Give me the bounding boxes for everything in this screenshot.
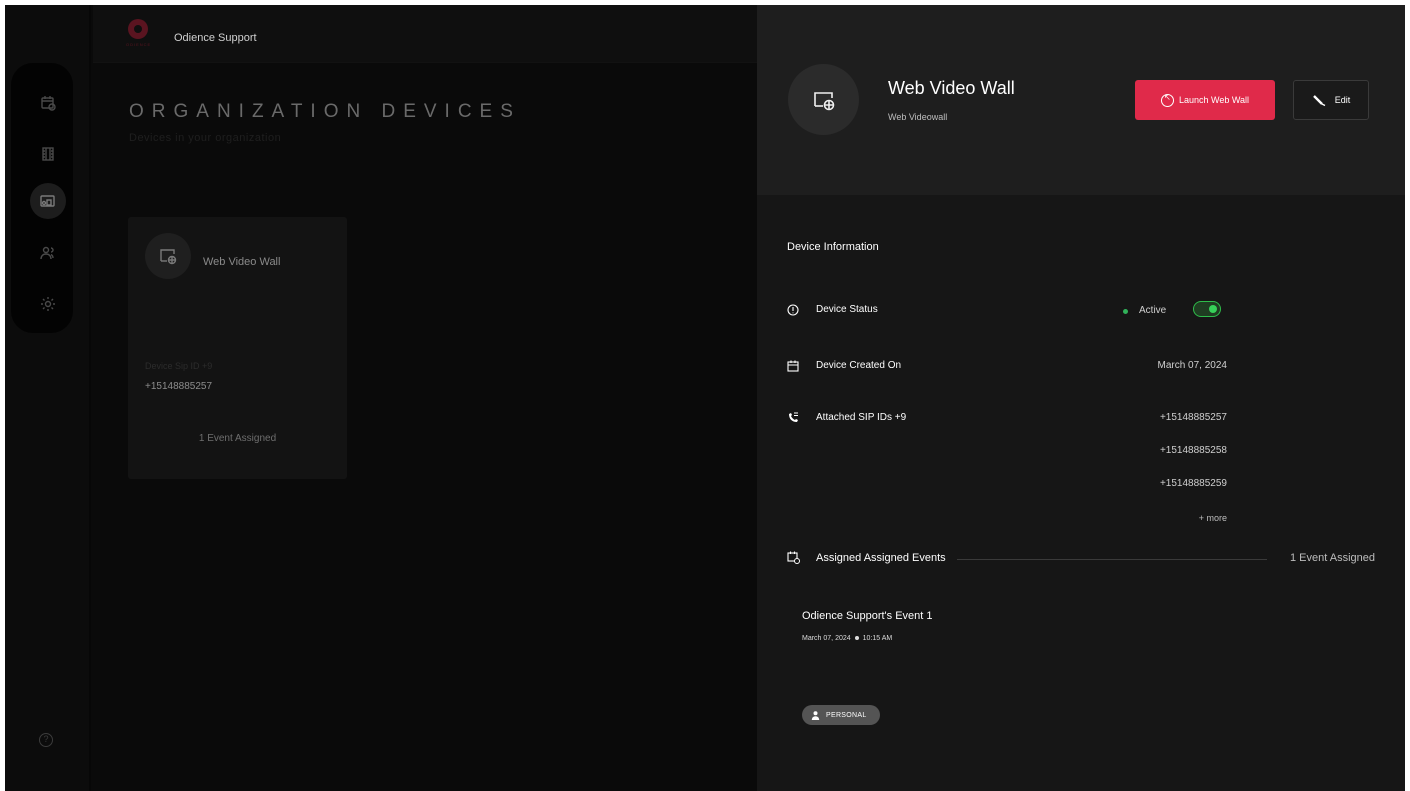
device-created-value: March 07, 2024 (1157, 360, 1228, 371)
event-type-badge: PERSONAL (802, 705, 880, 725)
sip-ids-label: Attached SIP IDs +9 (816, 412, 907, 423)
org-name[interactable]: Odience Support (174, 32, 257, 44)
sip-id-item: +15148885259 (1159, 478, 1227, 489)
sip-id-item: +15148885258 (1159, 445, 1227, 456)
sidebar-item-users[interactable] (30, 235, 66, 271)
sidebar-item-devices[interactable] (30, 183, 66, 219)
users-icon (40, 246, 54, 260)
device-status-toggle[interactable] (1193, 301, 1221, 317)
device-status-value: Active (1139, 305, 1167, 316)
separator-dot (854, 636, 859, 641)
info-icon (787, 304, 799, 316)
event-date: March 07, 2024 (802, 635, 851, 642)
launch-label: Launch Web Wall (1178, 95, 1250, 105)
device-name: Web Video Wall (203, 256, 281, 268)
assigned-events-header: Assigned Assigned Events 1 Event Assigne… (787, 549, 1375, 569)
device-card[interactable]: Web Video Wall Device Sip ID +9 +1514888… (128, 217, 347, 479)
launch-icon (1160, 93, 1174, 107)
top-bar: ODIENCE Odience Support (93, 5, 757, 63)
event-title[interactable]: Odience Support's Event 1 (802, 610, 933, 622)
device-status-row: Device Status Active (787, 301, 1227, 322)
calendar-check-icon (41, 96, 56, 111)
sidebar-item-events[interactable] (30, 85, 66, 121)
gear-icon (41, 297, 55, 311)
event-datetime: March 07, 2024 10:15 AM (802, 635, 892, 642)
person-icon (811, 710, 820, 720)
edit-button[interactable]: Edit (1293, 80, 1369, 120)
web-videowall-icon (160, 249, 177, 265)
device-title: Web Video Wall (888, 78, 1015, 98)
help-icon[interactable]: ? (39, 733, 53, 747)
launch-web-wall-button[interactable]: Launch Web Wall (1135, 80, 1275, 120)
panel-header: Web Video Wall Web Videowall Launch Web … (757, 5, 1405, 195)
sidebar (5, 5, 91, 791)
calendar-icon (787, 360, 799, 372)
page-subtitle: Devices in your organization (129, 132, 282, 144)
sip-id-item: +15148885257 (1159, 412, 1227, 423)
divider (957, 559, 1267, 560)
logo-text: ODIENCE (126, 42, 152, 47)
device-sip-label: Device Sip ID +9 (145, 361, 213, 371)
device-detail-panel: Web Video Wall Web Videowall Launch Web … (757, 5, 1405, 791)
device-icon-circle (145, 233, 191, 279)
film-icon (42, 147, 54, 161)
event-time: 10:15 AM (862, 635, 893, 642)
more-sip-link[interactable]: + more (1127, 513, 1227, 523)
page-title: ORGANIZATION DEVICES (129, 101, 521, 122)
device-events-count: 1 Event Assigned (198, 433, 277, 444)
web-videowall-icon (813, 91, 834, 110)
device-created-label: Device Created On (816, 360, 902, 371)
section-title: Device Information (787, 241, 879, 253)
app-window: ? ODIENCE Odience Support ORGANIZATION D… (5, 5, 1405, 791)
device-sip-value: +15148885257 (145, 381, 213, 392)
status-dot (1123, 309, 1128, 314)
device-avatar (788, 64, 859, 135)
sidebar-item-settings[interactable] (30, 286, 66, 322)
device-type: Web Videowall (888, 112, 948, 122)
devices-icon (40, 195, 55, 207)
odience-logo (128, 19, 148, 39)
edit-label: Edit (1334, 95, 1351, 105)
device-created-row: Device Created On March 07, 2024 (787, 358, 1227, 378)
badge-label: PERSONAL (826, 711, 867, 719)
device-status-label: Device Status (816, 304, 878, 315)
assigned-events-label: Assigned Assigned Events (816, 552, 948, 564)
assigned-events-count: 1 Event Assigned (1289, 552, 1375, 564)
pencil-icon (1312, 95, 1326, 107)
sidebar-item-media[interactable] (30, 136, 66, 172)
calendar-check-icon (787, 551, 800, 564)
phone-sip-icon (789, 412, 798, 422)
